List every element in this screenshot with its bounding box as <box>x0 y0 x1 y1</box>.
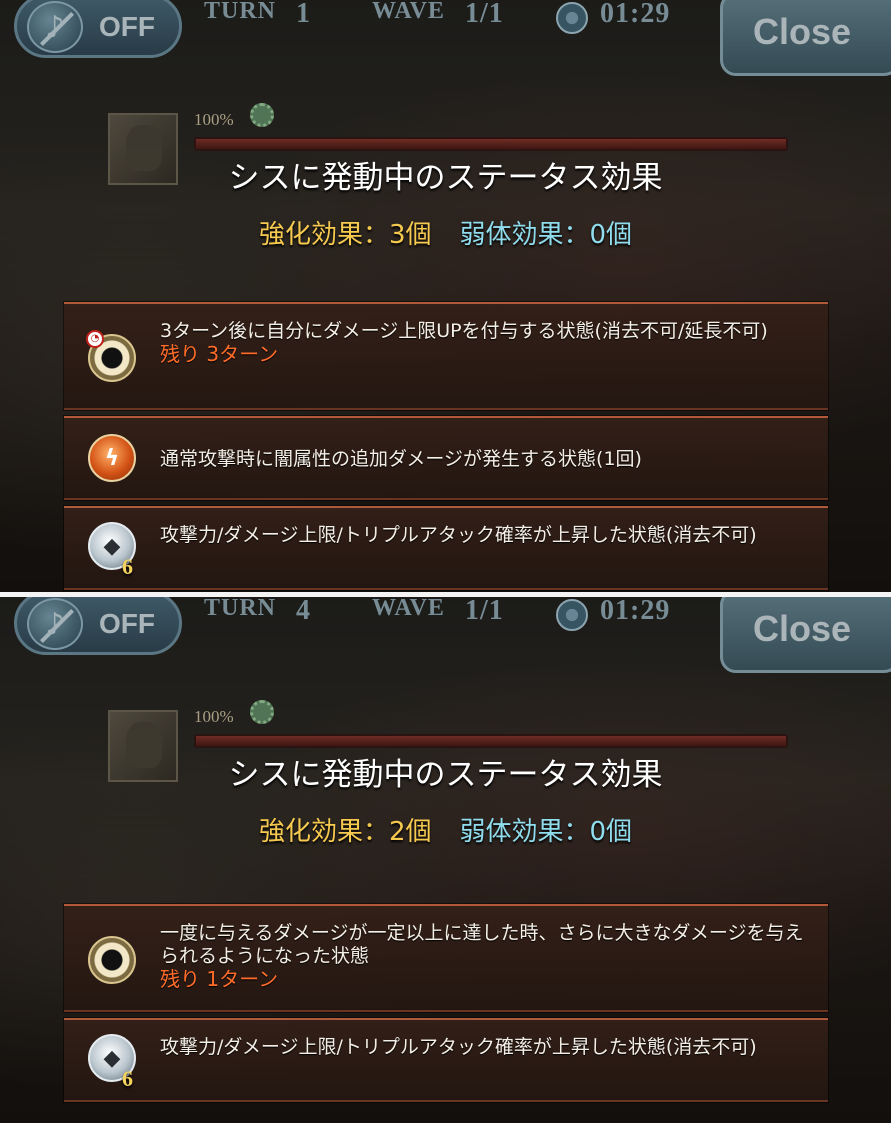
debuff-count: 弱体効果：0個 <box>459 817 633 847</box>
timer-badge-icon: ◔ <box>86 330 104 348</box>
status-effect-list: ◔ 3ターン後に自分にダメージ上限UPを付与する状態(消去不可/延長不可) 残り… <box>64 302 828 592</box>
status-row[interactable]: ◆ 6 攻撃力/ダメージ上限/トリプルアタック確率が上昇した状態(消去不可) <box>64 506 828 590</box>
stack-count: 6 <box>122 554 133 579</box>
status-screen-turn-4: ♪ OFF TURN 4 WAVE 1/1 01:29 Close 100% シ… <box>0 597 891 1123</box>
sound-toggle-button[interactable]: ♪ OFF <box>14 0 182 58</box>
music-note-muted-icon: ♪ <box>27 598 83 650</box>
battle-hud: ♪ OFF TURN 4 WAVE 1/1 01:29 Close <box>0 597 891 673</box>
status-remaining: 残り 1ターン <box>160 967 279 991</box>
status-effect-list: 一度に与えるダメージが一定以上に達した時、さらに大きなダメージを与えられるように… <box>64 904 828 1108</box>
status-description: 攻撃力/ダメージ上限/トリプルアタック確率が上昇した状態(消去不可) <box>160 524 757 546</box>
hp-bar <box>194 137 788 151</box>
status-description: 3ターン後に自分にダメージ上限UPを付与する状態(消去不可/延長不可) <box>160 320 768 342</box>
status-description: 攻撃力/ダメージ上限/トリプルアタック確率が上昇した状態(消去不可) <box>160 1036 757 1058</box>
battle-timer: 01:29 <box>600 597 671 626</box>
clock-icon <box>556 2 588 34</box>
battle-timer: 01:29 <box>600 0 671 29</box>
status-screen-turn-1: ♪ OFF TURN 1 WAVE 1/1 01:29 Close 100% シ… <box>0 0 891 592</box>
music-note-muted-icon: ♪ <box>27 1 83 53</box>
damage-cap-ring-icon <box>88 936 136 984</box>
stack-count: 6 <box>122 1066 133 1091</box>
sound-toggle-button[interactable]: ♪ OFF <box>14 597 182 655</box>
battle-hud: ♪ OFF TURN 1 WAVE 1/1 01:29 Close <box>0 0 891 76</box>
hp-bar <box>194 734 788 748</box>
gear-icon <box>250 700 274 724</box>
status-row[interactable]: 一度に与えるダメージが一定以上に達した時、さらに大きなダメージを与えられるように… <box>64 904 828 1012</box>
hp-percent: 100% <box>194 707 234 726</box>
dark-bonus-damage-icon: ϟ <box>88 434 136 482</box>
status-description: 通常攻撃時に闇属性の追加ダメージが発生する状態(1回) <box>160 448 642 470</box>
status-panel-title: シスに発動中のステータス効果 <box>228 160 663 196</box>
status-panel-title: シスに発動中のステータス効果 <box>228 757 663 793</box>
sound-toggle-label: OFF <box>99 11 155 42</box>
effect-counts: 強化効果：2個 弱体効果：0個 <box>0 811 891 848</box>
status-row[interactable]: ◔ 3ターン後に自分にダメージ上限UPを付与する状態(消去不可/延長不可) 残り… <box>64 302 828 410</box>
debuff-count: 弱体効果：0個 <box>459 220 633 250</box>
close-button[interactable]: Close <box>720 597 891 673</box>
status-remaining: 残り 3ターン <box>160 342 279 366</box>
turn-label: TURN <box>204 0 277 24</box>
buff-count: 強化効果：2個 <box>258 817 432 847</box>
effect-counts: 強化効果：3個 弱体効果：0個 <box>0 214 891 251</box>
wave-label: WAVE <box>372 0 445 24</box>
sound-toggle-label: OFF <box>99 608 155 639</box>
turn-value: 1 <box>296 0 311 29</box>
turn-label: TURN <box>204 597 277 621</box>
status-row[interactable]: ϟ 通常攻撃時に闇属性の追加ダメージが発生する状態(1回) <box>64 416 828 500</box>
status-description: 一度に与えるダメージが一定以上に達した時、さらに大きなダメージを与えられるように… <box>160 922 804 967</box>
wave-label: WAVE <box>372 597 445 621</box>
clock-icon <box>556 599 588 631</box>
turn-value: 4 <box>296 597 311 626</box>
gear-icon <box>250 103 274 127</box>
buff-count: 強化効果：3個 <box>258 220 432 250</box>
damage-cap-ring-icon: ◔ <box>86 330 136 382</box>
hp-percent: 100% <box>194 110 234 129</box>
wave-value: 1/1 <box>465 597 504 626</box>
status-row[interactable]: ◆ 6 攻撃力/ダメージ上限/トリプルアタック確率が上昇した状態(消去不可) <box>64 1018 828 1102</box>
wave-value: 1/1 <box>465 0 504 29</box>
close-button[interactable]: Close <box>720 0 891 76</box>
